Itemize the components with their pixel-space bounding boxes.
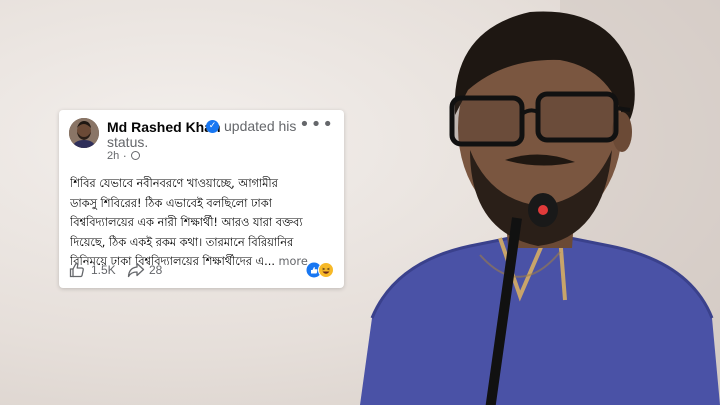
post-text-line: ডাকসু শিবিরের! ঠিক এভাবেই বলছিলো ঢাকা <box>70 196 272 210</box>
post-footer: 1.5K 28 <box>69 261 334 279</box>
share-arrow-icon[interactable] <box>127 262 145 278</box>
post-text-line: শিবির যেভাবে নবীনবরণে খাওয়াচ্ছে, আগামীর <box>70 177 278 190</box>
author-avatar[interactable] <box>69 118 99 148</box>
share-count[interactable]: 28 <box>149 263 162 277</box>
time-separator: · <box>123 150 127 163</box>
post-text: শিবির যেভাবে নবীনবরণে খাওয়াচ্ছে, আগামীর… <box>70 174 338 272</box>
post-action-text-cont: status. <box>107 134 149 150</box>
author-name[interactable]: Md Rashed Khan <box>107 119 221 135</box>
post-text-line: দিয়েছে, ঠিক একই রকম কথা। তারমানে বিরিয়… <box>70 235 294 249</box>
facebook-post-card: Md Rashed Khan ✓ updated his status. 2h … <box>59 110 344 288</box>
post-timestamp[interactable]: 2h <box>107 150 119 162</box>
thumbs-up-icon[interactable] <box>69 262 85 278</box>
more-options-icon[interactable]: ••• <box>299 114 334 135</box>
post-action-text: updated his <box>224 118 297 134</box>
verified-badge-icon: ✓ <box>206 120 219 133</box>
globe-icon <box>131 151 140 160</box>
post-text-line: বিশ্ববিদ্যালয়ের এক নারী শিক্ষার্থী! আরও… <box>70 216 303 229</box>
like-count[interactable]: 1.5K <box>91 263 116 277</box>
like-haha-reaction-icons[interactable] <box>306 262 334 278</box>
